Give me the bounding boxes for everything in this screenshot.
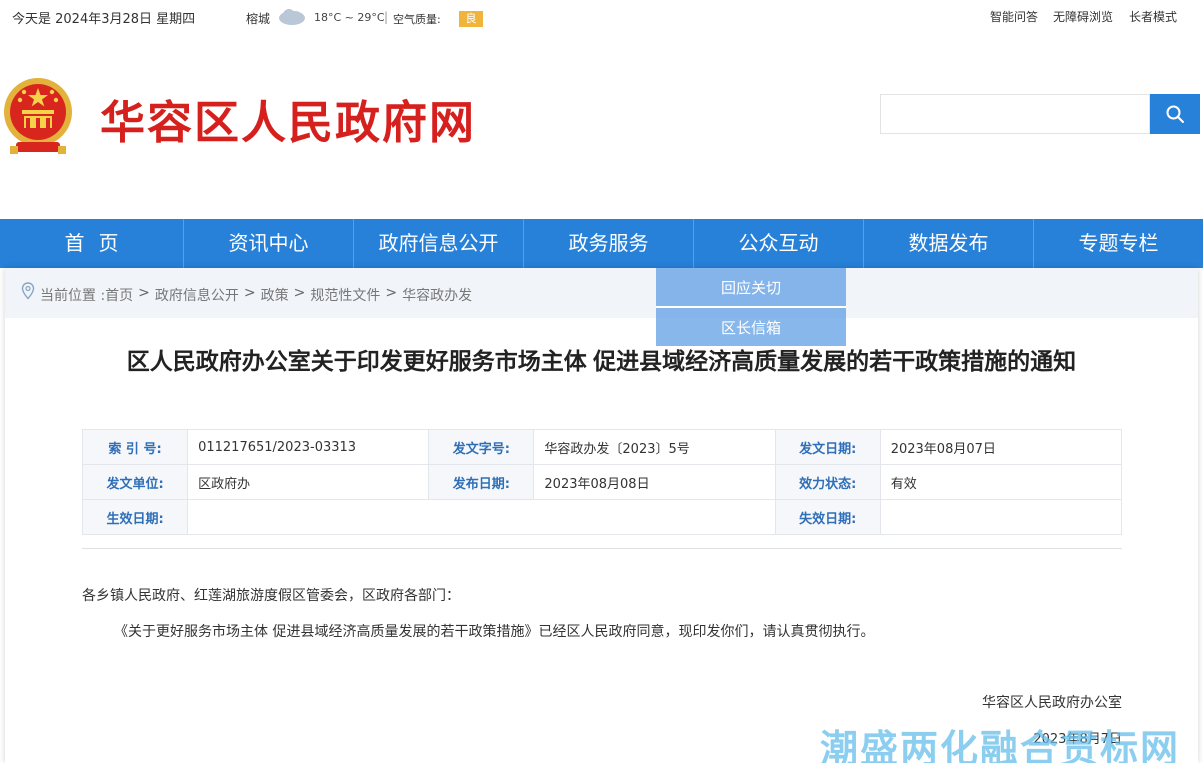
smart-qa-link[interactable]: 智能问答 [990, 8, 1038, 25]
doc-number-label: 发文字号: [428, 429, 535, 465]
nav-gov-info[interactable]: 政府信息公开 [353, 219, 523, 268]
nav-gov-services[interactable]: 政务服务 [523, 219, 693, 268]
article-title: 区人民政府办公室关于印发更好服务市场主体 促进县域经济高质量发展的若干政策措施的… [126, 348, 1077, 374]
divider [82, 548, 1122, 549]
main-nav: 首页 资讯中心 政府信息公开 政务服务 公众互动 数据发布 专题专栏 [0, 219, 1203, 268]
breadcrumb-separator: > [385, 285, 398, 301]
current-date: 今天是 2024年3月28日 星期四 [12, 12, 196, 27]
breadcrumb-gov-info[interactable]: 政府信息公开 [155, 285, 239, 305]
effective-date-label: 生效日期: [81, 499, 189, 535]
publish-date-label: 发布日期: [428, 464, 535, 500]
breadcrumb-separator: > [138, 285, 150, 301]
air-quality-badge: 良 [459, 11, 483, 27]
breadcrumb-separator: > [293, 285, 306, 301]
effective-date-value [187, 499, 776, 535]
top-bar: 今天是 2024年3月28日 星期四 榕城 18°C ~ 29°C | 空气质量… [0, 0, 1203, 34]
menu-item-responses[interactable]: 回应关切 [656, 268, 846, 308]
index-value: 011217651/2023-03313 [187, 429, 430, 465]
article-salutation: 各乡镇人民政府、红莲湖旅游度假区管委会，区政府各部门： [82, 588, 460, 604]
search-icon [1166, 105, 1184, 123]
breadcrumb-current[interactable]: 华容政办发 [402, 285, 472, 305]
search-box [880, 94, 1150, 134]
menu-item-mayor-mailbox[interactable]: 区长信箱 [656, 308, 846, 348]
doc-number-value: 华容政办发〔2023〕5号 [533, 429, 776, 465]
table-row: 索 引 号: 011217651/2023-03313 发文字号: 华容政办发〔… [81, 429, 1123, 465]
issue-date-value: 2023年08月07日 [879, 429, 1123, 465]
breadcrumb-home[interactable]: 首页 [105, 285, 133, 305]
location-pin-icon [21, 282, 35, 300]
expire-date-value [879, 499, 1123, 535]
article-signature-date: 2023年8月7日 [1033, 732, 1122, 747]
status-label: 效力状态: [774, 464, 881, 500]
article-signature: 华容区人民政府办公室 [982, 695, 1122, 711]
document-metadata-table: 索 引 号: 011217651/2023-03313 发文字号: 华容政办发〔… [81, 429, 1123, 535]
divider: | [384, 10, 389, 24]
site-title: 华容区人民政府网 [100, 96, 477, 149]
publish-date-value: 2023年08月08日 [533, 464, 776, 500]
expire-date-label: 失效日期: [774, 499, 881, 535]
nav-home[interactable]: 首页 [0, 219, 183, 268]
breadcrumb: 当前位置 : 首页 > 政府信息公开 > 政策 > 规范性文件 > 华容政办发 [5, 268, 1198, 318]
cloud-icon [279, 9, 305, 25]
nav-special-topics[interactable]: 专题专栏 [1033, 219, 1203, 268]
content-panel: 当前位置 : 首页 > 政府信息公开 > 政策 > 规范性文件 > 华容政办发 … [5, 268, 1198, 763]
status-value: 有效 [879, 464, 1123, 500]
weather-city: 榕城 [246, 12, 271, 26]
air-quality-label: 空气质量: [393, 13, 441, 26]
search-button[interactable] [1150, 94, 1200, 134]
article-body: 《关于更好服务市场主体 促进县域经济高质量发展的若干政策措施》已经区人民政府同意… [114, 624, 875, 640]
breadcrumb-prefix: 当前位置 : [40, 288, 106, 304]
nav-data-release[interactable]: 数据发布 [863, 219, 1033, 268]
public-interaction-dropdown: 回应关切 区长信箱 [656, 268, 846, 348]
search-input[interactable] [881, 95, 1149, 133]
breadcrumb-policy[interactable]: 政策 [261, 285, 289, 305]
elder-mode-link[interactable]: 长者模式 [1129, 8, 1177, 25]
nav-public-interaction[interactable]: 公众互动 [693, 219, 863, 268]
issuer-value: 区政府办 [187, 464, 430, 500]
table-row: 发文单位: 区政府办 发布日期: 2023年08月08日 效力状态: 有效 [81, 464, 1123, 500]
accessibility-link[interactable]: 无障碍浏览 [1053, 8, 1113, 25]
breadcrumb-normative-docs[interactable]: 规范性文件 [310, 285, 380, 305]
index-label: 索 引 号: [81, 429, 189, 465]
table-row: 生效日期: 失效日期: [81, 499, 1123, 535]
issuer-label: 发文单位: [81, 464, 189, 500]
issue-date-label: 发文日期: [774, 429, 881, 465]
temperature: 18°C ~ 29°C [314, 11, 385, 24]
national-emblem-icon [4, 78, 72, 154]
breadcrumb-separator: > [243, 285, 256, 301]
nav-news-center[interactable]: 资讯中心 [183, 219, 353, 268]
